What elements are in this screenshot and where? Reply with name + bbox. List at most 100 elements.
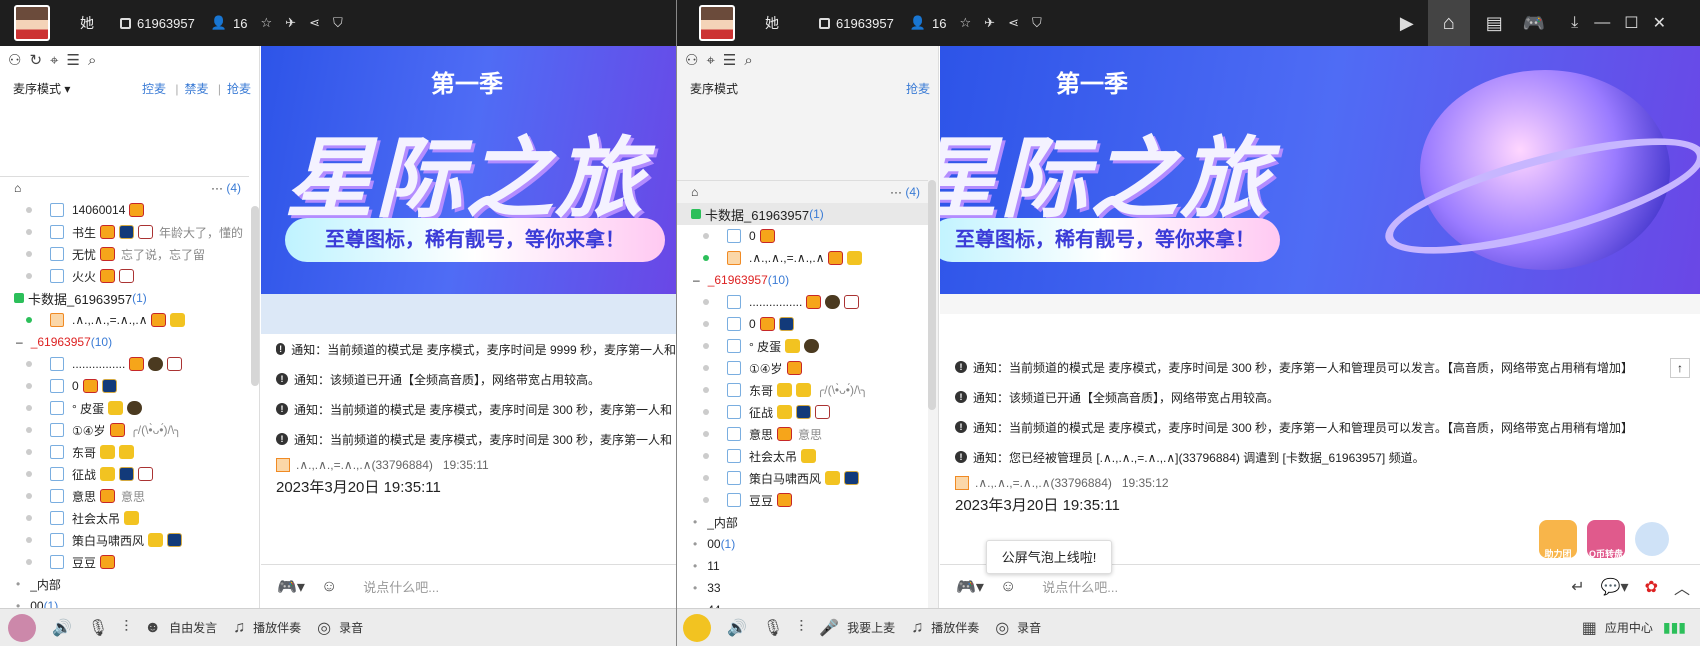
mic-icon[interactable]: 🎙: [763, 618, 783, 638]
expand-icon[interactable]: •: [693, 581, 697, 595]
tree-row[interactable]: ° 皮蛋: [0, 397, 249, 419]
sender-name[interactable]: .∧.,.∧.,=.∧.,.∧(33796884): [296, 458, 433, 472]
home-icon[interactable]: ⌂: [14, 181, 21, 195]
tree-row[interactable]: 社会太吊: [677, 445, 928, 467]
flower-icon[interactable]: ✿: [1645, 577, 1658, 597]
tree-row[interactable]: 策白马啸西风: [677, 467, 928, 489]
location-icon[interactable]: ⌖: [706, 52, 714, 69]
expand-icon[interactable]: •: [16, 577, 20, 591]
share-icon[interactable]: ⋖: [309, 15, 320, 31]
tree-row[interactable]: ° 皮蛋: [677, 335, 928, 357]
user-icon[interactable]: ⚇: [8, 51, 21, 69]
settings-bubble[interactable]: [1635, 522, 1669, 556]
tree-row[interactable]: • 00 (1): [0, 595, 249, 608]
collapse-icon[interactable]: –: [16, 335, 23, 349]
app-center-button[interactable]: ▦ 应用中心: [1582, 618, 1653, 638]
tree-row[interactable]: 无忧 忘了说，忘了留: [0, 243, 249, 265]
tree-row[interactable]: 豆豆: [0, 551, 249, 573]
emoji-icon[interactable]: ☺: [1000, 578, 1016, 596]
tree-row[interactable]: 0: [677, 225, 928, 247]
promo-banner[interactable]: 第一季 星际之旅 至尊图标，稀有靓号，等你来拿！: [261, 46, 676, 294]
tree-row[interactable]: • 11: [677, 555, 928, 577]
more-menu[interactable]: ···: [211, 181, 223, 195]
tree-row[interactable]: 0: [677, 313, 928, 335]
search-icon[interactable]: ⌕: [88, 52, 96, 69]
control-mic-link[interactable]: 控麦: [142, 82, 166, 96]
video-icon[interactable]: ▶: [1400, 13, 1414, 34]
chat-input[interactable]: 说点什么吧...: [1042, 577, 1118, 596]
tree-row[interactable]: 东哥 ╭/(\•̀ᴗ•́)/\╮: [677, 379, 928, 401]
grab-mic-link[interactable]: 抢麦: [218, 82, 251, 96]
tree-row[interactable]: • _内部: [677, 511, 928, 533]
tree-row[interactable]: 东哥: [0, 441, 249, 463]
play-music-button[interactable]: ♫ 播放伴奏: [233, 619, 301, 637]
chat-input[interactable]: 说点什么吧...: [363, 577, 439, 596]
location-icon[interactable]: ⌖: [50, 52, 58, 69]
tree-row[interactable]: ................: [0, 353, 249, 375]
tree-row[interactable]: .∧.,.∧.,=.∧.,.∧: [0, 309, 249, 331]
tree-row[interactable]: ................: [677, 291, 928, 313]
speaker-icon[interactable]: 🔊: [52, 618, 72, 638]
tree-scrollbar[interactable]: [251, 206, 259, 386]
more-menu[interactable]: ···: [890, 185, 902, 199]
scroll-top-button[interactable]: ↑: [1670, 358, 1690, 378]
ban-mic-link[interactable]: 禁麦: [175, 82, 208, 96]
maximize-icon[interactable]: ☐: [1624, 13, 1638, 33]
record-button[interactable]: ◎ 录音: [317, 618, 363, 638]
user-icon[interactable]: ⚇: [685, 51, 698, 69]
avatar[interactable]: [699, 5, 735, 41]
tree-row[interactable]: ①④岁: [677, 357, 928, 379]
tree-row[interactable]: 意思 意思: [677, 423, 928, 445]
tree-row[interactable]: .∧.,.∧.,=.∧.,.∧: [677, 247, 928, 269]
join-mic-button[interactable]: 🎤 我要上麦: [819, 618, 895, 638]
free-speak-button[interactable]: ☻ 自由发言: [144, 619, 217, 637]
close-icon[interactable]: ✕: [1653, 13, 1666, 33]
share-icon[interactable]: ⋖: [1008, 15, 1019, 31]
tree-row[interactable]: 征战: [0, 463, 249, 485]
promo-banner[interactable]: 第一季 星际之旅 至尊图标，稀有靓号，等你来拿！: [940, 46, 1700, 294]
record-button[interactable]: ◎ 录音: [995, 618, 1041, 638]
tree-row[interactable]: – _61963957 (10): [0, 331, 249, 353]
expand-icon[interactable]: •: [693, 515, 697, 529]
q-coin-wheel-button[interactable]: Q币转盘: [1587, 520, 1625, 559]
expand-icon[interactable]: •: [16, 599, 20, 608]
swap-icon[interactable]: ↻: [29, 51, 42, 69]
avatar[interactable]: [14, 5, 50, 41]
tree-row[interactable]: • _内部: [0, 573, 249, 595]
tree-row[interactable]: 豆豆: [677, 489, 928, 511]
equalizer-icon[interactable]: ⫶: [799, 619, 803, 637]
tree-scrollbar[interactable]: [928, 180, 936, 410]
tree-row[interactable]: 卡数据_61963957 (1): [0, 287, 249, 309]
equalizer-icon[interactable]: ⫶: [124, 619, 128, 637]
tree-row[interactable]: 社会太吊: [0, 507, 249, 529]
grab-mic-link[interactable]: 抢麦: [906, 82, 930, 96]
star-icon[interactable]: ☆: [261, 15, 273, 31]
star-icon[interactable]: ☆: [960, 15, 972, 31]
expand-icon[interactable]: •: [693, 537, 697, 551]
tree-row[interactable]: ①④岁 ╭/(\•̀ᴗ•́)/\╮: [0, 419, 249, 441]
tree-row[interactable]: 策白马啸西风: [0, 529, 249, 551]
assist-group-button[interactable]: 助力团: [1539, 520, 1577, 559]
tree-row[interactable]: 卡数据_61963957 (1): [677, 203, 928, 225]
tree-row[interactable]: • 00 (1): [677, 533, 928, 555]
plane-icon[interactable]: ✈: [984, 15, 995, 31]
mic-icon[interactable]: 🎙: [88, 618, 108, 638]
expand-icon[interactable]: •: [693, 559, 697, 573]
plane-icon[interactable]: ✈: [285, 15, 296, 31]
emoji-icon[interactable]: ☺: [321, 578, 337, 596]
tree-row[interactable]: 征战: [677, 401, 928, 423]
tree-row[interactable]: 书生 年龄大了，懂的: [0, 221, 249, 243]
tree-row[interactable]: •44: [677, 599, 928, 608]
tree-row[interactable]: – _61963957 (10): [677, 269, 928, 291]
home-icon[interactable]: ⌂: [1427, 0, 1470, 46]
tree-row[interactable]: 意思 意思: [0, 485, 249, 507]
home-icon[interactable]: ⌂: [691, 185, 698, 199]
shield-icon[interactable]: ⛉: [1032, 15, 1042, 31]
collapse-icon[interactable]: –: [693, 273, 700, 287]
download-icon[interactable]: ⤓: [1571, 14, 1578, 32]
shield-icon[interactable]: ⛉: [333, 15, 343, 31]
list-icon[interactable]: ☰: [66, 51, 79, 69]
tree-row[interactable]: 0: [0, 375, 249, 397]
table-icon[interactable]: ▤: [1486, 13, 1503, 34]
game-icon[interactable]: 🎮: [1523, 13, 1545, 34]
